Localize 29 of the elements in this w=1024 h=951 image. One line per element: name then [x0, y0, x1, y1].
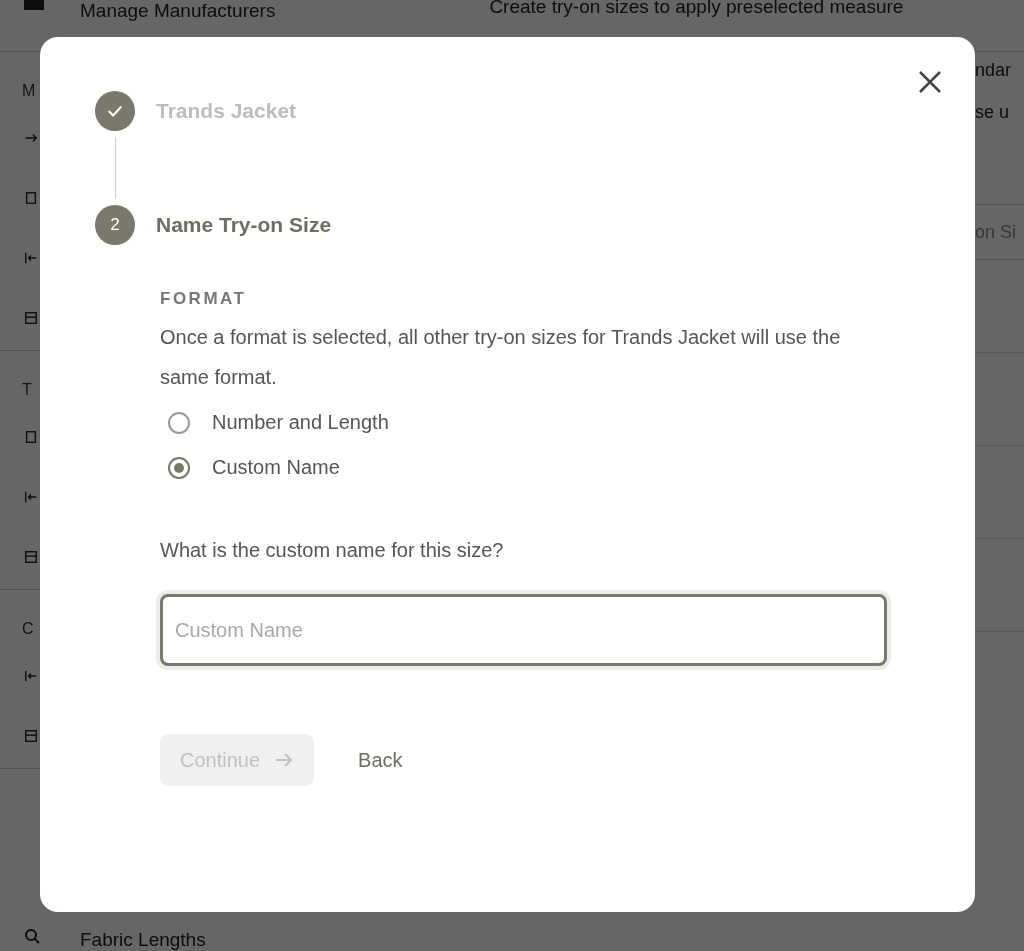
- menu-item[interactable]: Fabric Lengths: [80, 929, 206, 951]
- section-heading: FORMAT: [160, 289, 248, 309]
- step-title: Trands Jacket: [156, 99, 297, 123]
- radio-option[interactable]: Custom Name: [168, 456, 885, 479]
- search-icon: [24, 928, 40, 944]
- menu-icon[interactable]: [24, 668, 38, 684]
- step-title: Name Try-on Size: [156, 213, 332, 237]
- section-heading: T: [22, 381, 33, 399]
- menu-icon[interactable]: [24, 310, 38, 326]
- section-heading: M: [22, 82, 37, 100]
- radio-option[interactable]: Number and Length: [168, 411, 885, 434]
- radio-button[interactable]: [168, 456, 190, 479]
- radio-button[interactable]: [168, 411, 190, 434]
- menu-icon[interactable]: [24, 549, 38, 565]
- menu-icon[interactable]: [24, 429, 38, 445]
- menu-icon[interactable]: [24, 190, 38, 206]
- menu-item[interactable]: Manage Manufacturers: [80, 0, 276, 22]
- back-button[interactable]: Back: [340, 736, 421, 784]
- intro-text: se u: [975, 102, 1011, 124]
- question-text: What is the custom name for this size?: [160, 539, 505, 562]
- menu-icon[interactable]: [24, 728, 38, 744]
- menu-icon[interactable]: [24, 250, 38, 266]
- menu-icon[interactable]: [24, 489, 38, 505]
- description-text: Once a format is selected, all other try-on sizes for Trands Jacket will use the same format.: [160, 325, 842, 390]
- step-number: 2: [95, 205, 135, 245]
- intro-text: Create try-on sizes to apply preselected measure: [489, 0, 904, 18]
- section-heading: C: [22, 620, 35, 638]
- intro-text: ndar: [975, 60, 1013, 82]
- name-input-field[interactable]: Custom Name: [160, 594, 887, 666]
